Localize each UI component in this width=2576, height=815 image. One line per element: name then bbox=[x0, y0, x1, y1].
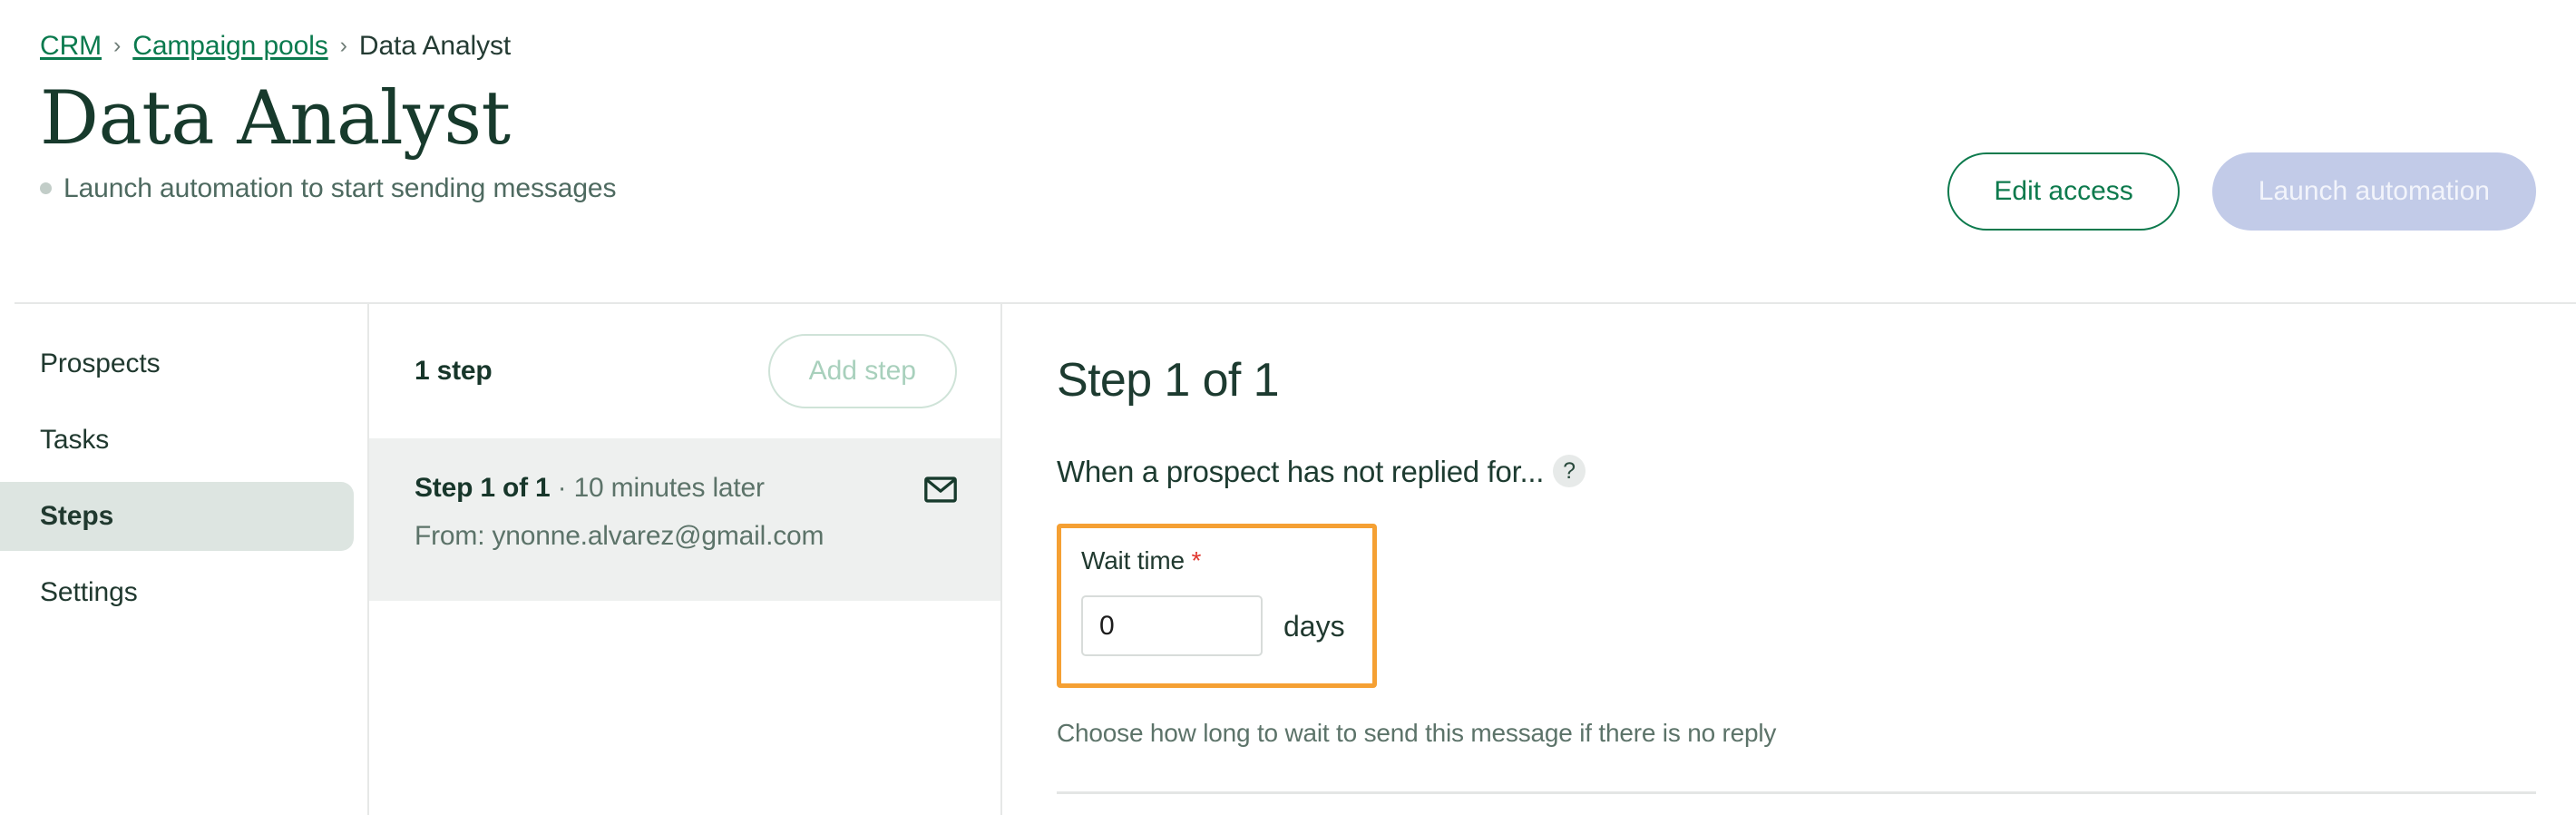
sidebar-item-tasks[interactable]: Tasks bbox=[0, 406, 367, 475]
step-name: Step 1 of 1 bbox=[415, 473, 551, 503]
page-title: Data Analyst bbox=[40, 76, 511, 162]
sidebar-item-settings[interactable]: Settings bbox=[0, 558, 367, 627]
launch-automation-button[interactable]: Launch automation bbox=[2211, 152, 2536, 231]
status-dot-icon bbox=[40, 182, 52, 195]
header-actions: Edit access Launch automation bbox=[1947, 60, 2536, 231]
step-detail-title: Step 1 of 1 bbox=[1057, 354, 1280, 407]
page-subtitle: Launch automation to start sending messa… bbox=[63, 172, 617, 203]
breadcrumb-item-crm[interactable]: CRM bbox=[40, 33, 102, 60]
title-row: Data Analyst Launch automation to start … bbox=[40, 60, 2536, 231]
breadcrumb: CRM › Campaign pools › Data Analyst bbox=[40, 0, 2536, 60]
body-wrap: Prospects Tasks Steps Settings 1 step Ad… bbox=[0, 304, 2576, 815]
chevron-right-icon: › bbox=[339, 32, 347, 58]
required-indicator: * bbox=[1191, 546, 1202, 574]
condition-row: When a prospect has not replied for... ? bbox=[1057, 455, 2536, 487]
steps-count-label: 1 step bbox=[415, 356, 493, 386]
step-detail-panel: Step 1 of 1 When a prospect has not repl… bbox=[1002, 304, 2576, 815]
steps-panel-header: 1 step Add step bbox=[369, 304, 1000, 438]
chevron-right-icon: › bbox=[113, 32, 122, 58]
wait-time-input-row: days bbox=[1081, 595, 1345, 656]
step-list-item[interactable]: Step 1 of 1 · 10 minutes later From: yno… bbox=[369, 438, 1000, 601]
add-step-button[interactable]: Add step bbox=[767, 334, 957, 408]
step-from-address: From: ynonne.alvarez@gmail.com bbox=[415, 521, 825, 551]
steps-panel: 1 step Add step Step 1 of 1 · 10 minutes… bbox=[367, 304, 1002, 815]
title-block: Data Analyst Launch automation to start … bbox=[40, 60, 617, 203]
wait-time-input[interactable] bbox=[1081, 595, 1263, 656]
step-list-item-text: Step 1 of 1 · 10 minutes later From: yno… bbox=[415, 473, 824, 550]
wait-time-help-text: Choose how long to wait to send this mes… bbox=[1057, 719, 1777, 747]
section-divider bbox=[1057, 791, 2536, 794]
step-delay: · 10 minutes later bbox=[557, 473, 765, 503]
step-list-item-title: Step 1 of 1 · 10 minutes later bbox=[415, 475, 824, 502]
wait-time-label-row: Wait time * bbox=[1081, 548, 1345, 574]
breadcrumb-item-current: Data Analyst bbox=[358, 31, 512, 61]
wait-time-label: Wait time bbox=[1081, 546, 1185, 574]
help-icon[interactable]: ? bbox=[1553, 455, 1586, 487]
status-row: Launch automation to start sending messa… bbox=[40, 172, 617, 203]
sidebar: Prospects Tasks Steps Settings bbox=[0, 304, 367, 815]
page-header: CRM › Campaign pools › Data Analyst Data… bbox=[0, 0, 2576, 304]
envelope-icon bbox=[924, 476, 957, 507]
sidebar-item-prospects[interactable]: Prospects bbox=[0, 329, 367, 398]
wait-time-field-highlight: Wait time * days bbox=[1057, 524, 1377, 688]
edit-access-button[interactable]: Edit access bbox=[1947, 152, 2180, 231]
condition-label: When a prospect has not replied for... bbox=[1057, 454, 1545, 488]
sidebar-item-steps[interactable]: Steps bbox=[0, 482, 354, 551]
breadcrumb-item-campaign-pools[interactable]: Campaign pools bbox=[132, 33, 328, 60]
wait-time-unit-label: days bbox=[1283, 609, 1345, 643]
